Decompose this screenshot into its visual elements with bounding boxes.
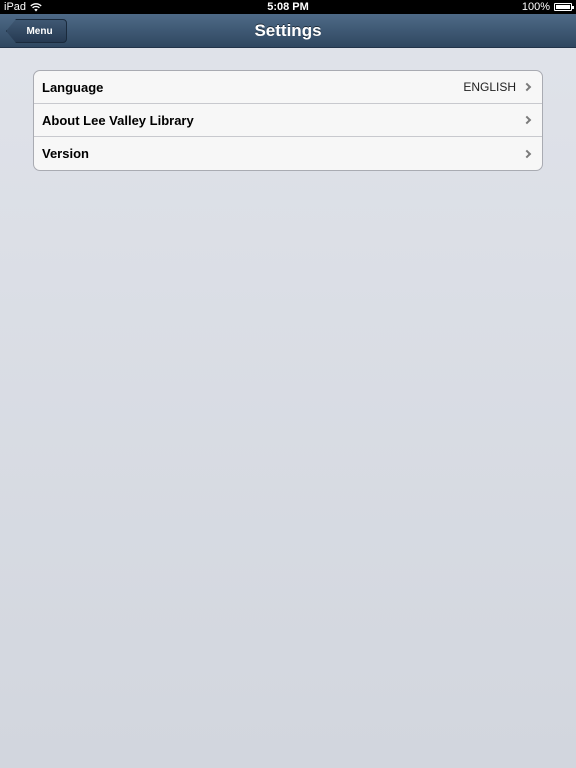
settings-row-about[interactable]: About Lee Valley Library bbox=[34, 104, 542, 137]
status-time: 5:08 PM bbox=[267, 1, 309, 13]
settings-table: Language ENGLISH About Lee Valley Librar… bbox=[33, 70, 543, 171]
status-left: iPad bbox=[4, 1, 42, 13]
chevron-right-icon bbox=[522, 149, 532, 158]
row-label: Version bbox=[42, 146, 89, 161]
row-label: About Lee Valley Library bbox=[42, 112, 194, 128]
wifi-icon bbox=[30, 2, 42, 11]
battery-icon bbox=[554, 3, 574, 11]
chevron-right-icon bbox=[522, 115, 532, 125]
settings-row-version[interactable]: Version bbox=[34, 137, 542, 170]
status-bar: iPad 5:08 PM 100% bbox=[0, 0, 576, 14]
settings-row-language[interactable]: Language ENGLISH bbox=[34, 71, 542, 104]
battery-fill bbox=[556, 5, 570, 9]
row-value: ENGLISH bbox=[463, 80, 516, 94]
chevron-right-icon bbox=[522, 82, 532, 92]
device-name: iPad bbox=[4, 1, 27, 13]
page-title: Settings bbox=[254, 20, 322, 40]
status-right: 100% bbox=[521, 1, 574, 13]
menu-back-button[interactable]: Menu bbox=[6, 19, 67, 43]
navigation-bar: Menu Settings bbox=[0, 14, 576, 48]
row-label: Language bbox=[42, 79, 104, 95]
battery-percent: 100% bbox=[521, 1, 550, 13]
